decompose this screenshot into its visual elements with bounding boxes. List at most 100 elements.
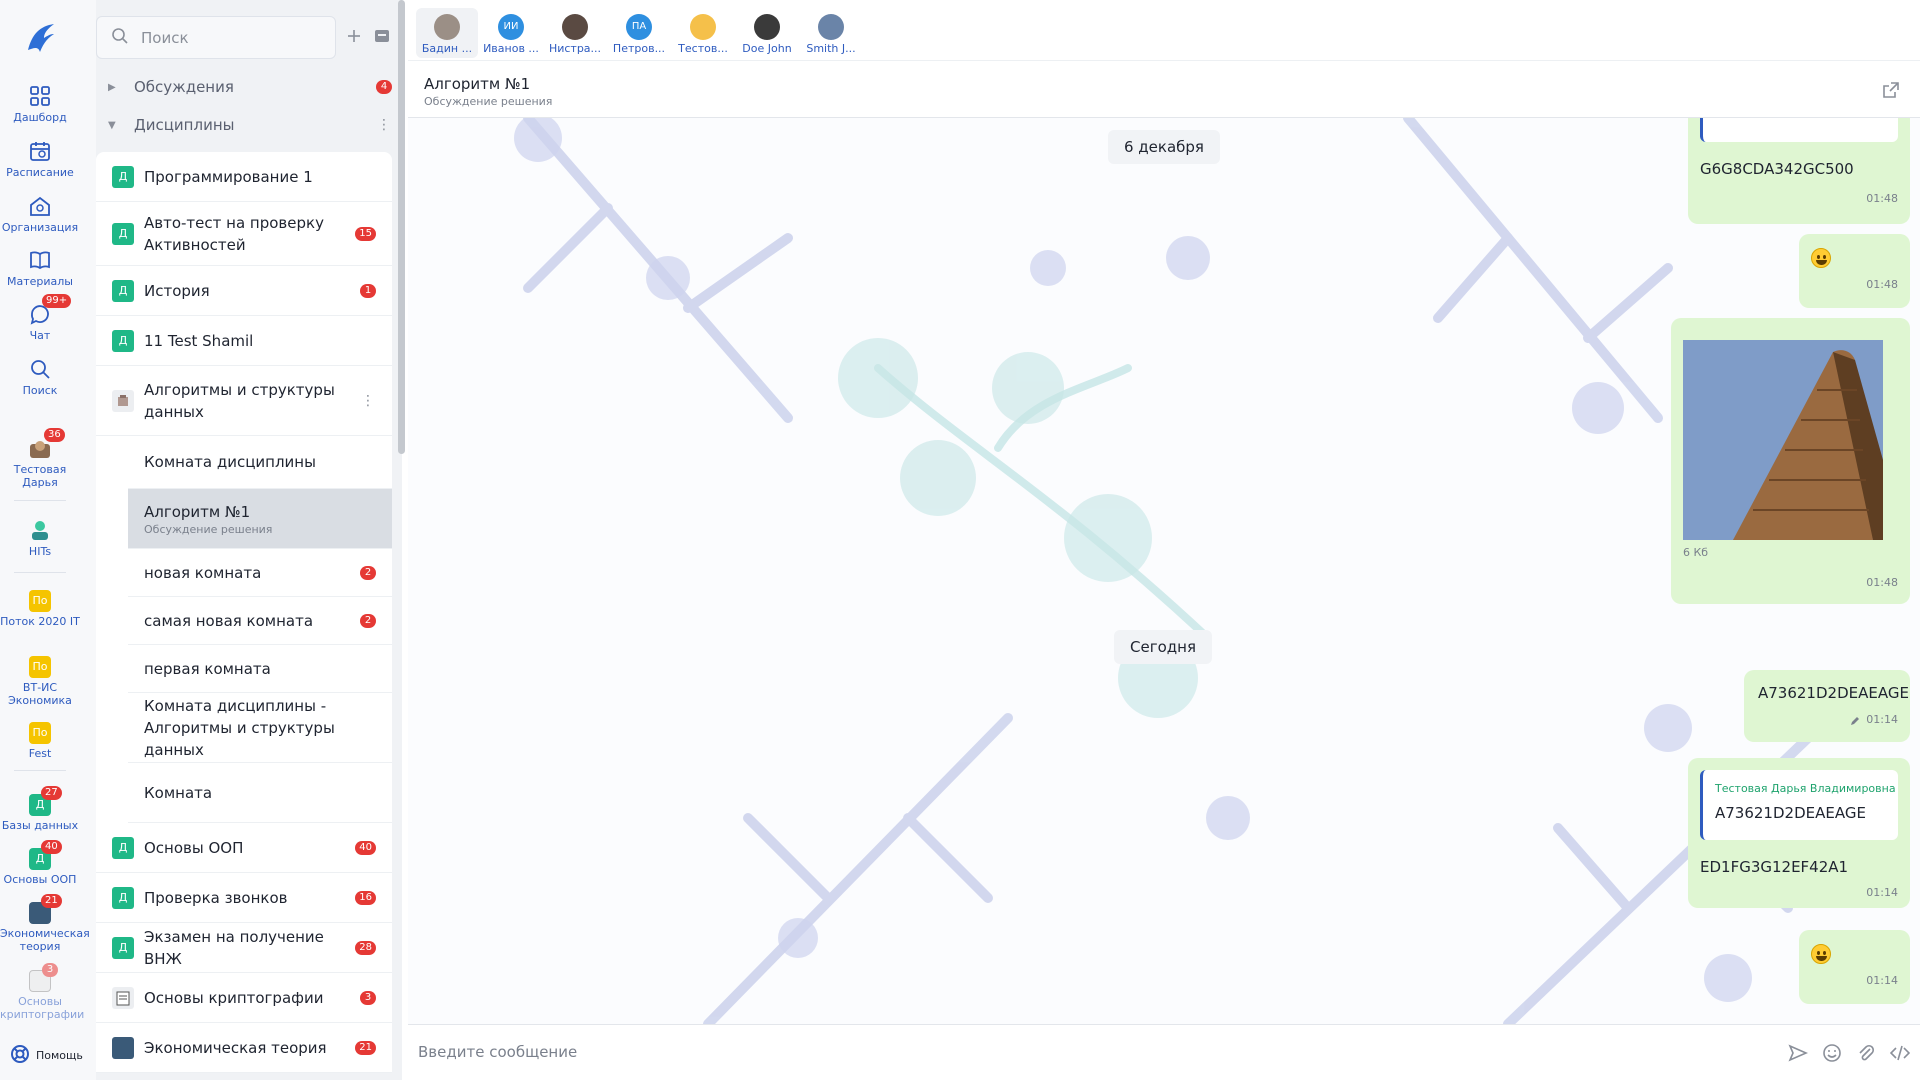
room-title: Комната дисциплины - Алгоритмы и структу… [144,696,335,759]
sidebar-actions [346,28,390,48]
nav-search[interactable]: Поиск [0,357,80,397]
message-bubble[interactable]: A73621D2DEAEAGE 01:14 [1744,670,1910,742]
search-input[interactable]: Поиск [96,16,336,59]
room-title: Алгоритм №1 [144,502,251,521]
message-time: 01:14 [1866,713,1898,726]
search-icon [111,27,129,49]
participant-name: Smith J... [806,42,856,55]
room-item[interactable]: Комната [128,763,392,823]
participant-name: Нистра... [548,42,602,55]
nav-materials[interactable]: Материалы [0,248,80,288]
send-icon[interactable] [1788,1043,1808,1067]
list-item[interactable]: Д Основы ООП 40 [96,823,392,873]
room-item[interactable]: первая комната [128,645,392,693]
room-item[interactable]: Комната дисциплины [128,436,392,489]
room-item-active[interactable]: Алгоритм №1 Обсуждение решения [128,489,392,549]
list-item[interactable]: Д Программирование 1 [96,152,392,202]
archive-icon[interactable] [374,28,390,48]
list-item[interactable]: Основы криптографии 3 [96,973,392,1023]
item-title: Проверка звонков [144,888,288,907]
nav-user-test[interactable]: 36 Тестовая Дарья [0,428,80,489]
participant-name: Тестов... [678,42,728,55]
participant[interactable]: Нистра... [544,8,606,58]
participant-avatar [434,14,460,40]
nav-fest[interactable]: По Fest [0,722,80,760]
group-label: Дисциплины [134,116,235,134]
chat-header: Алгоритм №1 Обсуждение решения [408,60,1920,118]
chat-badge: 99+ [42,294,72,308]
nav-stream-2020[interactable]: По Поток 2020 IT [0,590,80,628]
message-bubble[interactable]: Тестовая Дарья Владимировна A73621D2DEAE… [1688,758,1910,908]
participant[interactable]: ПА Петров... [608,8,670,58]
emoji-icon[interactable] [1822,1043,1842,1067]
nav-databases[interactable]: Д 27 Базы данных [0,786,80,832]
list-item[interactable]: Д Проверка звонков 16 [96,873,392,923]
help-button[interactable]: Помощь [10,1044,83,1067]
nav-label: Экономическая теория [0,927,90,953]
room-item[interactable]: Комната дисциплины - Алгоритмы и структу… [128,693,392,763]
image-avatar: 21 [29,894,62,924]
attached-image[interactable] [1683,340,1883,540]
message-bubble[interactable]: 6 Кб 01:48 [1671,318,1910,604]
discipline-badge: 21 [41,894,62,908]
nav-crypto[interactable]: 3 Основы криптографии [0,963,84,1021]
hits-avatar [28,518,52,542]
group-avatar: По [29,722,51,744]
group-discussions[interactable]: ▶ Обсуждения 4 [96,71,396,103]
participant[interactable]: Smith J... [800,8,862,58]
participant[interactable]: ИИ Иванов ... [480,8,542,58]
nav-organization[interactable]: Организация [0,194,80,234]
message-bubble[interactable]: 01:14 [1799,930,1910,1004]
nav-oop[interactable]: Д 40 Основы ООП [0,840,80,886]
group-disciplines[interactable]: ▼ Дисциплины ⋮ [96,109,396,141]
nav-chat[interactable]: 99+ Чат [0,294,80,342]
participant-avatar [818,14,844,40]
message-list[interactable]: 6 декабря Сегодня G6G8CDA342GC500 01:48 … [408,118,1920,1024]
app-logo[interactable] [22,20,58,56]
sidebar-scrollbar[interactable] [398,0,405,454]
quoted-message [1700,118,1898,142]
participant[interactable]: Doe John [736,8,798,58]
message-time: 01:48 [1866,278,1898,291]
participants-bar: Бадин ... ИИ Иванов ... Нистра... ПА Пет… [408,0,1920,60]
document-avatar: 3 [29,963,58,992]
room-item[interactable]: самая новая комната 2 [128,597,392,645]
nav-hits[interactable]: HITs [0,518,80,558]
attach-icon[interactable] [1856,1043,1876,1067]
list-item-expanded[interactable]: Алгоритмы и структуры данных ⋮ [96,366,392,436]
user-avatar: 36 [28,428,65,460]
room-item[interactable]: новая комната 2 [128,549,392,597]
message-input-placeholder: Введите сообщение [418,1043,578,1061]
discipline-avatar: Д 40 [29,840,62,870]
discipline-tag: Д [112,165,134,188]
discipline-badge: 40 [41,840,62,854]
list-item[interactable]: Д Авто-тест на проверку Активностей 15 [96,202,392,266]
discipline-avatar: Д 27 [29,786,62,816]
nav-dashboard[interactable]: Дашборд [0,84,80,124]
list-item[interactable]: Д История 1 [96,266,392,316]
group-badge: 4 [376,80,392,94]
list-item[interactable]: Д 11 Test Shamil [96,316,392,366]
list-item[interactable]: Д Экзамен на получение ВНЖ 28 [96,923,392,973]
nav-economics[interactable]: 21 Экономическая теория [0,894,90,953]
quoted-message[interactable]: Тестовая Дарья Владимировна A73621D2DEAE… [1700,770,1898,840]
more-vertical-icon[interactable]: ⋮ [377,117,391,133]
item-title: Основы ООП [144,838,244,857]
message-composer[interactable]: Введите сообщение [408,1024,1920,1080]
participant[interactable]: Тестов... [672,8,734,58]
room-title: первая комната [144,659,271,678]
code-icon[interactable] [1889,1043,1911,1067]
list-item[interactable]: Экономическая теория 21 [96,1023,392,1073]
discipline-tag: Д [112,279,134,302]
more-vertical-icon[interactable]: ⋮ [361,393,375,409]
message-bubble[interactable]: 01:48 [1799,234,1910,308]
nav-vt-is[interactable]: По ВТ-ИС Экономика [0,656,80,707]
add-icon[interactable] [346,28,362,48]
date-divider: Сегодня [1114,630,1212,664]
message-bubble[interactable]: G6G8CDA342GC500 01:48 [1688,118,1910,224]
participant[interactable]: Бадин ... [416,8,478,58]
nav-schedule[interactable]: Расписание [0,139,80,179]
open-external-icon[interactable] [1882,81,1900,103]
nav-label: Чат [29,329,51,342]
item-title: Экономическая теория [144,1038,327,1057]
